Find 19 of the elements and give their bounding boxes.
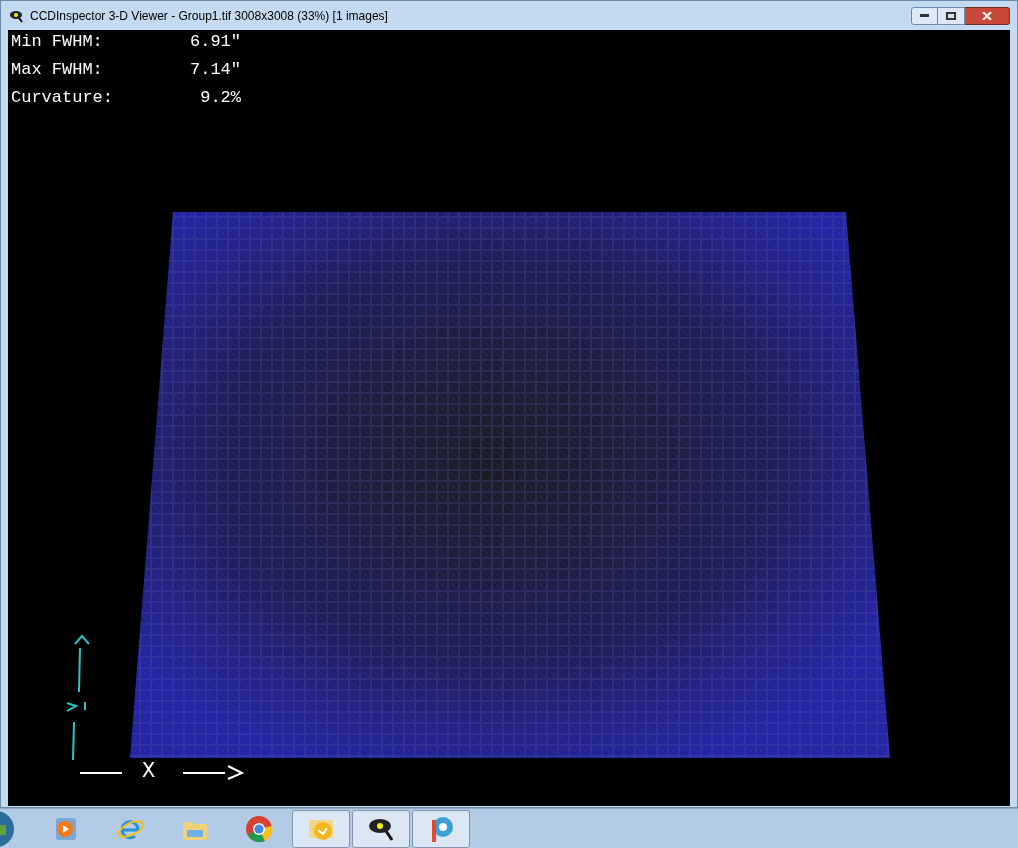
taskbar-app-button[interactable] bbox=[352, 809, 410, 848]
maximize-button[interactable] bbox=[938, 6, 965, 25]
stat-value: 9.2% bbox=[199, 87, 241, 109]
stat-value: 7.14" bbox=[189, 59, 241, 81]
stat-label: Min FWHM: bbox=[11, 31, 104, 53]
restore-icon bbox=[946, 11, 956, 20]
minimize-button[interactable] bbox=[911, 6, 938, 25]
stat-label: Max FWHM: bbox=[11, 59, 104, 81]
close-button[interactable] bbox=[965, 6, 1010, 25]
x-axis-arrow bbox=[182, 765, 245, 780]
stat-value: 6.91" bbox=[189, 31, 241, 53]
stat-label: Curvature: bbox=[11, 87, 115, 109]
chrome-icon bbox=[244, 813, 274, 844]
window-title: CCDInspector 3-D Viewer - Group1.tif 3008x3008 (33%) [1 images] bbox=[30, 7, 388, 25]
magnifier-icon bbox=[8, 8, 24, 23]
close-icon bbox=[982, 11, 992, 20]
x-axis-line bbox=[79, 772, 123, 774]
x-axis-label: X bbox=[142, 760, 156, 784]
minimize-icon bbox=[920, 14, 929, 17]
